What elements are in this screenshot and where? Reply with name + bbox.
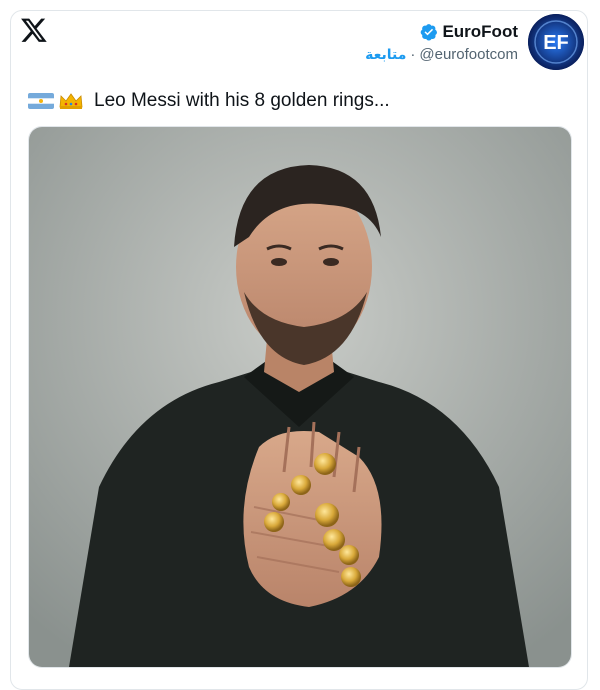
author-block: EuroFoot متابعة · @eurofootcom bbox=[365, 22, 518, 63]
avatar-logo-icon: EF bbox=[528, 14, 584, 70]
separator-dot: · bbox=[410, 46, 416, 63]
x-logo-icon[interactable] bbox=[20, 16, 48, 44]
name-row: EuroFoot bbox=[365, 22, 518, 42]
handle[interactable]: @eurofootcom bbox=[419, 46, 518, 63]
crown-icon bbox=[59, 93, 83, 109]
tweet-text: Leo Messi with his 8 golden rings... bbox=[94, 90, 390, 111]
photo-man-with-golden-rings bbox=[29, 127, 571, 667]
tweet-text-row: Leo Messi with his 8 golden rings... bbox=[28, 90, 390, 112]
handle-row: متابعة · @eurofootcom bbox=[365, 46, 518, 63]
display-name[interactable]: EuroFoot bbox=[442, 22, 518, 42]
verified-badge-icon bbox=[421, 24, 438, 41]
follow-link[interactable]: متابعة bbox=[365, 47, 406, 63]
svg-text:EF: EF bbox=[543, 32, 569, 54]
tweet-photo[interactable] bbox=[28, 126, 572, 668]
argentina-flag-icon bbox=[28, 93, 54, 109]
avatar[interactable]: EF bbox=[528, 14, 584, 70]
